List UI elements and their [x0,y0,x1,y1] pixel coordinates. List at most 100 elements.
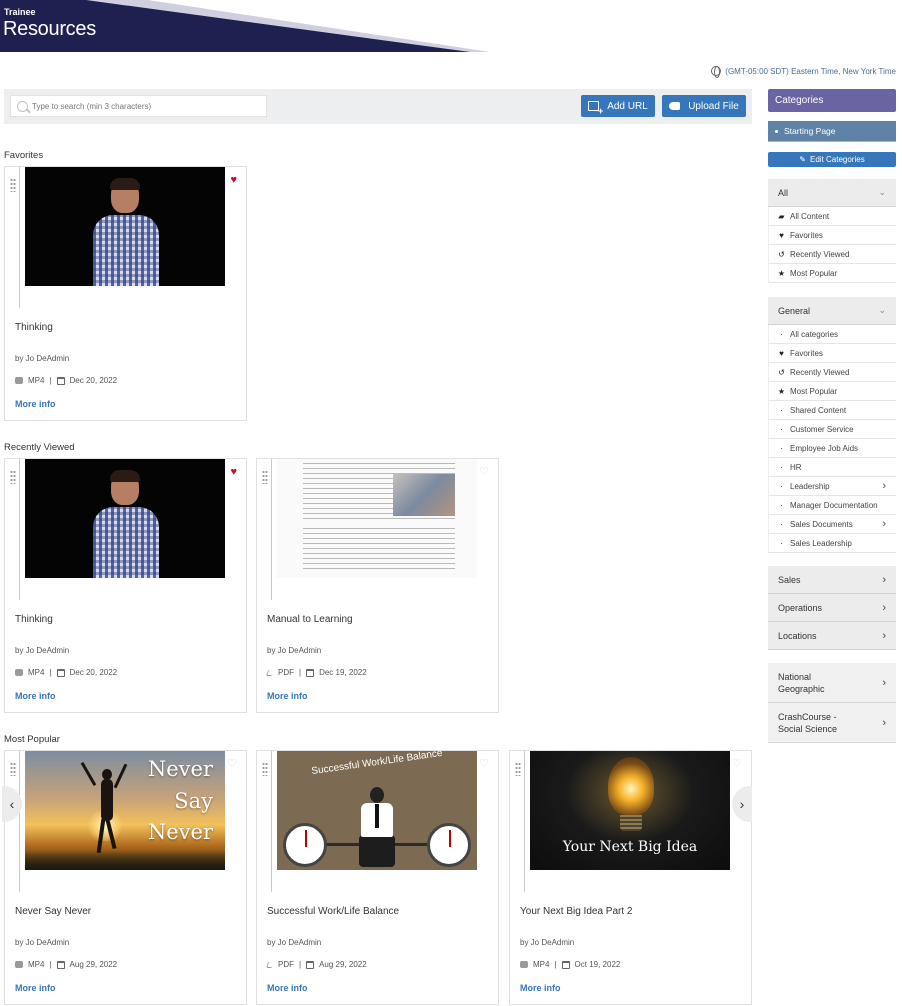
chevron-right-icon: › [882,601,886,614]
section-popular-label: Most Popular [4,734,60,745]
category-item-label: Shared Content [790,405,847,415]
resource-card[interactable]: Successful Work/Life Balance ♡ Successfu… [256,750,499,1005]
timezone-label: (GMT-05:00 SDT) Eastern Time, New York T… [725,66,896,76]
category-item-favorites[interactable]: ♥ Favorites [769,344,896,363]
resource-card[interactable]: ♥ Thinking by Jo DeAdmin MP4 | Dec 20, 2… [4,166,247,421]
drag-handle-icon[interactable] [10,762,16,776]
category-group-national-geographic[interactable]: National Geographic › [768,663,896,703]
search-input[interactable] [32,101,252,111]
document-thumbnail[interactable] [277,459,477,578]
more-info-link[interactable]: More info [15,983,56,993]
timezone-link[interactable]: (GMT-05:00 SDT) Eastern Time, New York T… [711,66,896,78]
category-item-recently-viewed[interactable]: ↺ Recently Viewed [769,245,896,264]
favorite-heart-icon[interactable]: ♡ [227,759,237,770]
all-group-items: ▰ All Content ♥ Favorites ↺ Recently Viewed… [768,207,896,283]
add-url-button[interactable]: Add URL [581,95,655,117]
favorite-heart-icon[interactable]: ♥ [230,175,237,186]
chevron-right-icon[interactable]: › [882,480,886,492]
folder-icon: ▰ [778,211,785,221]
category-item-most-popular[interactable]: ★ Most Popular [769,264,896,283]
resource-card[interactable]: Your Next Big Idea ♡ Your Next Big Idea … [509,750,752,1005]
card-divider [19,167,20,308]
drag-handle-icon[interactable] [10,178,16,192]
card-title[interactable]: Never Say Never [15,906,91,917]
card-title[interactable]: Thinking [15,322,53,333]
more-info-link[interactable]: More info [520,983,561,993]
card-meta: MP4 | Dec 20, 2022 [15,376,117,385]
chevron-right-icon[interactable]: › [882,518,886,530]
group-label: National Geographic [778,671,825,694]
category-item-most-popular[interactable]: ★ Most Popular [769,382,896,401]
calendar-icon [306,668,315,677]
category-group-sales[interactable]: Sales › [768,566,896,594]
edit-categories-button[interactable]: ✎ Edit Categories [768,152,896,167]
category-group-crashcourse[interactable]: CrashCourse - Social Science › [768,703,896,743]
category-item-recently-viewed[interactable]: ↺ Recently Viewed [769,363,896,382]
more-info-link[interactable]: More info [267,983,308,993]
file-type: PDF [278,668,294,677]
card-title[interactable]: Thinking [15,614,53,625]
category-group-operations[interactable]: Operations › [768,594,896,622]
category-item-hr[interactable]: · HR [769,458,896,477]
chevron-right-icon: › [882,573,886,586]
category-item-shared-content[interactable]: · Shared Content [769,401,896,420]
chevron-right-icon: › [882,676,886,689]
video-thumbnail[interactable]: Your Next Big Idea [530,751,730,870]
card-date: Dec 20, 2022 [69,376,118,385]
favorite-heart-icon[interactable]: ♥ [230,467,237,478]
more-info-link[interactable]: More info [15,399,56,409]
history-icon: ↺ [778,367,785,377]
clock-image [283,823,327,867]
drag-handle-icon[interactable] [515,762,521,776]
category-item-sales-leadership[interactable]: · Sales Leadership [769,534,896,553]
calendar-icon [56,376,65,385]
category-group-locations[interactable]: Locations › [768,622,896,650]
card-title[interactable]: Manual to Learning [267,614,353,625]
card-divider [524,751,525,892]
category-item-manager-documentation[interactable]: · Manager Documentation [769,496,896,515]
more-info-link[interactable]: More info [267,691,308,701]
favorite-heart-icon[interactable]: ♡ [479,759,489,770]
category-item-all-content[interactable]: ▰ All Content [769,207,896,226]
category-item-leadership[interactable]: · Leadership › [769,477,896,496]
light-bulb-image [608,757,654,815]
category-group-all[interactable]: All ⌄ [768,179,896,207]
category-item-label: Most Popular [790,386,838,396]
search-box[interactable] [10,95,267,117]
file-type: MP4 [28,668,45,677]
starting-page-item[interactable]: Starting Page [768,121,896,142]
more-info-link[interactable]: More info [15,691,56,701]
video-thumbnail[interactable] [25,167,225,286]
bullet-icon: · [780,443,783,453]
card-title[interactable]: Successful Work/Life Balance [267,906,399,917]
favorite-heart-icon[interactable]: ♡ [732,759,742,770]
category-item-label: Favorites [790,230,823,240]
favorite-heart-icon[interactable]: ♡ [479,467,489,478]
meta-separator: | [299,668,302,677]
card-date: Aug 29, 2022 [69,960,118,969]
category-item-all-categories[interactable]: · All categories [769,325,896,344]
card-title[interactable]: Your Next Big Idea Part 2 [520,906,632,917]
bullet-icon: · [780,500,783,510]
card-date: Aug 29, 2022 [319,960,367,969]
category-group-general[interactable]: General ⌄ [768,297,896,325]
category-item-sales-documents[interactable]: · Sales Documents › [769,515,896,534]
video-type-icon [15,669,23,676]
meta-separator: | [49,668,52,677]
resource-card[interactable]: Never Say Never ♡ Never Say Never by Jo … [4,750,247,1005]
video-thumbnail[interactable] [25,459,225,578]
bullet-icon: · [780,405,783,415]
drag-handle-icon[interactable] [262,470,268,484]
group-label: CrashCourse - Social Science [778,711,838,734]
video-thumbnail[interactable]: Never Say Never [25,751,225,870]
drag-handle-icon[interactable] [262,762,268,776]
category-item-customer-service[interactable]: · Customer Service [769,420,896,439]
category-item-employee-job-aids[interactable]: · Employee Job Aids [769,439,896,458]
category-item-favorites[interactable]: ♥ Favorites [769,226,896,245]
drag-handle-icon[interactable] [10,470,16,484]
card-meta: PDF | Aug 29, 2022 [265,960,367,969]
resource-card[interactable]: ♥ Thinking by Jo DeAdmin MP4 | Dec 20, 2… [4,458,247,713]
resource-card[interactable]: ♡ Manual to Learning by Jo DeAdmin PDF |… [256,458,499,713]
document-thumbnail[interactable]: Successful Work/Life Balance [277,751,477,870]
upload-file-button[interactable]: Upload File [662,95,746,117]
